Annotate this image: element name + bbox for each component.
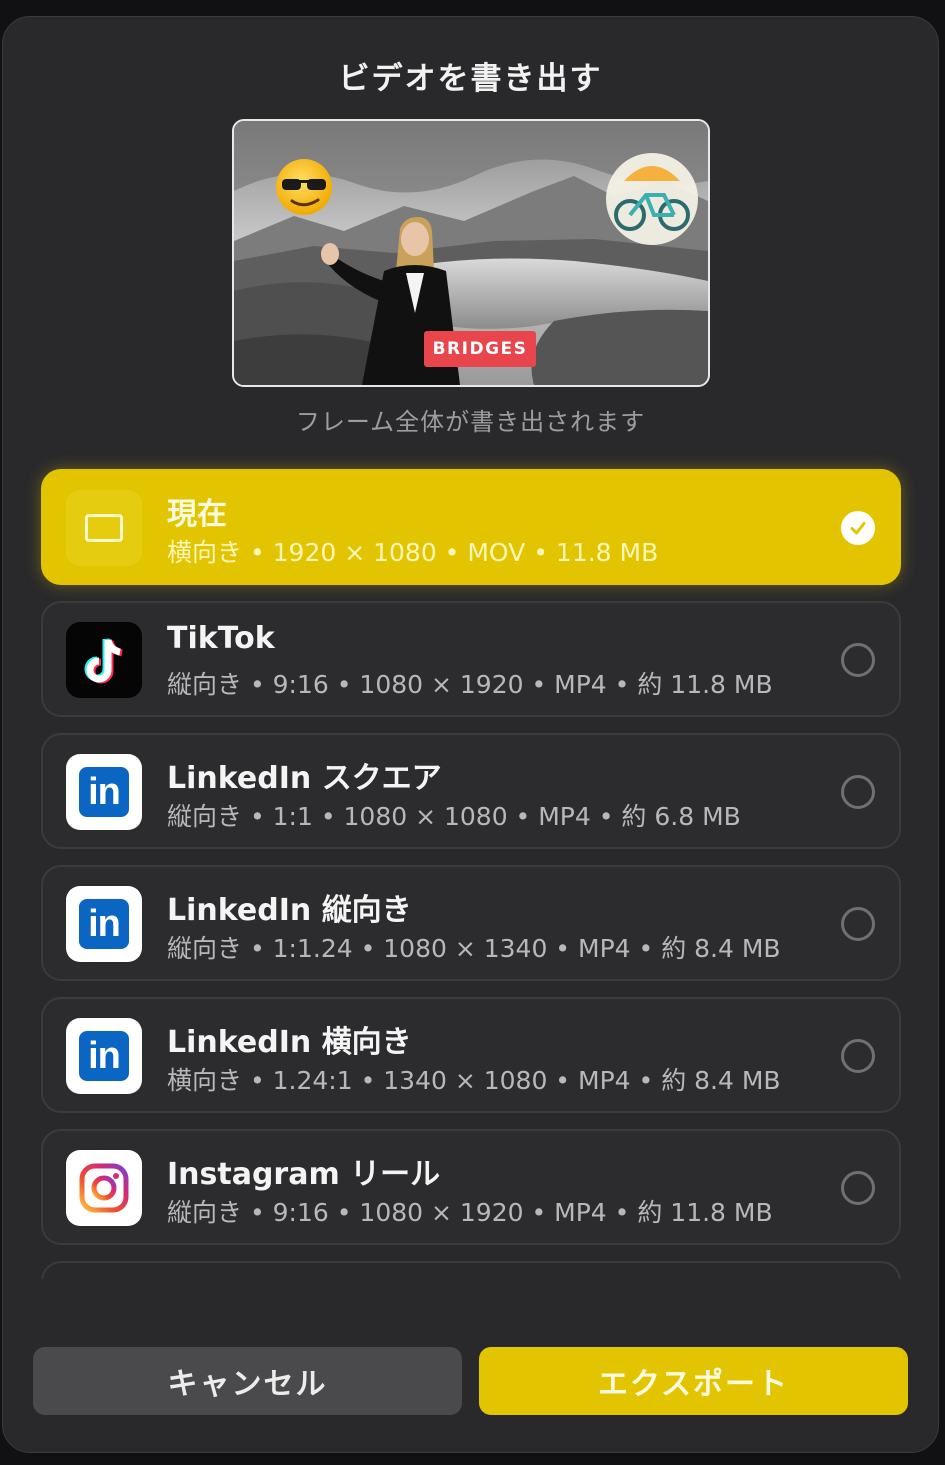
frame-icon xyxy=(66,490,142,566)
option-detail: 縦向き • 1:1.24 • 1080 × 1340 • MP4 • 約 8.4… xyxy=(167,934,781,963)
export-option-linkedin-portrait[interactable]: in LinkedIn 縦向き 縦向き • 1:1.24 • 1080 × 13… xyxy=(41,865,901,981)
export-option-linkedin-landscape[interactable]: in LinkedIn 横向き 横向き • 1.24:1 • 1340 × 10… xyxy=(41,997,901,1113)
linkedin-icon: in xyxy=(66,754,142,830)
export-video-dialog: ビデオを書き出す BRIDGES フレーム全体が書き出されます 現在 横向き •… xyxy=(2,16,939,1453)
export-option-tiktok[interactable]: TikTok 縦向き • 9:16 • 1080 × 1920 • MP4 • … xyxy=(41,601,901,717)
option-name: TikTok xyxy=(167,621,275,656)
radio-button[interactable] xyxy=(841,643,875,677)
radio-button[interactable] xyxy=(841,1171,875,1205)
list-scroll-clip xyxy=(3,1279,938,1339)
tiktok-icon xyxy=(66,622,142,698)
export-button[interactable]: エクスポート xyxy=(479,1347,908,1415)
checkmark-icon[interactable] xyxy=(841,511,875,545)
option-name: LinkedIn 縦向き xyxy=(167,893,412,928)
option-detail: 縦向き • 1:1 • 1080 × 1080 • MP4 • 約 6.8 MB xyxy=(167,802,741,831)
option-detail: 横向き • 1.24:1 • 1340 × 1080 • MP4 • 約 8.4… xyxy=(167,1066,781,1095)
export-caption: フレーム全体が書き出されます xyxy=(295,408,646,436)
linkedin-icon: in xyxy=(66,886,142,962)
linkedin-icon: in xyxy=(66,1018,142,1094)
linkedin-logo: in xyxy=(79,899,129,949)
export-option-current[interactable]: 現在 横向き • 1920 × 1080 • MOV • 11.8 MB xyxy=(41,469,901,585)
cancel-button[interactable]: キャンセル xyxy=(33,1347,462,1415)
linkedin-logo: in xyxy=(79,1031,129,1081)
export-option-instagram-reels[interactable]: Instagram リール 縦向き • 9:16 • 1080 × 1920 •… xyxy=(41,1129,901,1245)
option-name: Instagram リール xyxy=(167,1157,441,1192)
video-preview-thumbnail: BRIDGES xyxy=(232,119,710,387)
export-option-linkedin-square[interactable]: in LinkedIn スクエア 縦向き • 1:1 • 1080 × 1080… xyxy=(41,733,901,849)
preview-title-badge: BRIDGES xyxy=(424,331,536,367)
option-detail: 横向き • 1920 × 1080 • MOV • 11.8 MB xyxy=(167,538,659,567)
option-name: 現在 xyxy=(167,497,227,532)
radio-button[interactable] xyxy=(841,1039,875,1073)
option-name: LinkedIn スクエア xyxy=(167,761,442,796)
option-detail: 縦向き • 9:16 • 1080 × 1920 • MP4 • 約 11.8 … xyxy=(167,670,773,699)
option-detail: 縦向き • 9:16 • 1080 × 1920 • MP4 • 約 11.8 … xyxy=(167,1198,773,1227)
instagram-icon xyxy=(66,1150,142,1226)
linkedin-logo: in xyxy=(79,767,129,817)
dialog-title: ビデオを書き出す xyxy=(338,61,603,97)
radio-button[interactable] xyxy=(841,775,875,809)
option-name: LinkedIn 横向き xyxy=(167,1025,412,1060)
radio-button[interactable] xyxy=(841,907,875,941)
